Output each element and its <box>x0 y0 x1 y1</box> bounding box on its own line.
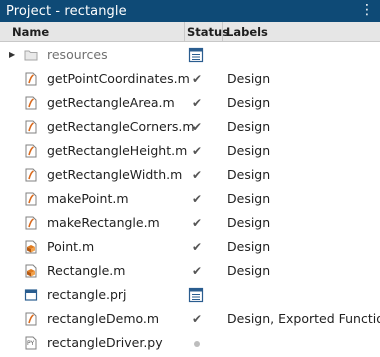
file-label: Design <box>227 239 271 254</box>
file-row[interactable]: rectangle.prj <box>0 283 380 307</box>
file-row[interactable]: makePoint.m ✔ Design <box>0 187 380 211</box>
expand-arrow-icon[interactable]: ▶ <box>9 43 15 67</box>
file-row[interactable]: makeRectangle.m ✔ Design <box>0 211 380 235</box>
mfile-icon <box>25 312 37 326</box>
status-check-icon: ✔ <box>191 72 203 86</box>
status-check-icon: ✔ <box>191 192 203 206</box>
file-label: Design <box>227 167 271 182</box>
mfile-icon <box>25 120 37 134</box>
class-icon <box>25 264 37 278</box>
file-list: ▶ resources getPointCoordinates.m ✔ Desi… <box>0 43 380 355</box>
project-icon <box>188 47 204 63</box>
file-label: Design <box>227 191 271 206</box>
file-name: getRectangleHeight.m <box>47 143 188 158</box>
file-row[interactable]: getRectangleArea.m ✔ Design <box>0 91 380 115</box>
file-name: Rectangle.m <box>47 263 126 278</box>
file-row[interactable]: rectangleDemo.m ✔ Design, Exported Funct… <box>0 307 380 331</box>
status-check-icon: ✔ <box>191 312 203 326</box>
status-check-icon: ✔ <box>191 216 203 230</box>
file-name: rectangleDriver.py <box>47 335 163 350</box>
prj-icon <box>24 289 38 301</box>
file-label: Design <box>227 119 271 134</box>
file-name: getRectangleArea.m <box>47 95 175 110</box>
file-row[interactable]: Rectangle.m ✔ Design <box>0 259 380 283</box>
file-row[interactable]: getPointCoordinates.m ✔ Design <box>0 67 380 91</box>
status-unmodified-dot-icon <box>186 331 208 355</box>
file-name: getRectangleWidth.m <box>47 167 183 182</box>
python-file-icon-text: PY <box>27 340 35 347</box>
status-check-icon: ✔ <box>191 144 203 158</box>
column-header-labels[interactable]: Labels <box>222 22 380 42</box>
file-name: makeRectangle.m <box>47 215 160 230</box>
file-label: Design <box>227 263 271 278</box>
file-name: makePoint.m <box>47 191 129 206</box>
mfile-icon <box>25 96 37 110</box>
column-header-name[interactable]: Name <box>12 22 49 42</box>
status-check-icon: ✔ <box>191 264 203 278</box>
file-name: rectangle.prj <box>47 287 127 302</box>
file-row[interactable]: ▶ resources <box>0 43 380 67</box>
file-label: Design <box>227 71 271 86</box>
file-name: Point.m <box>47 239 95 254</box>
file-label: Design <box>227 215 271 230</box>
column-header: Name Status Labels <box>0 22 380 42</box>
file-name: getPointCoordinates.m <box>47 71 190 86</box>
mfile-icon <box>25 168 37 182</box>
panel-menu-icon[interactable]: ⋮ <box>360 2 374 18</box>
file-name: resources <box>47 47 108 62</box>
status-check-icon: ✔ <box>191 168 203 182</box>
file-row[interactable]: getRectangleCorners.m ✔ Design <box>0 115 380 139</box>
mfile-icon <box>25 72 37 86</box>
status-check-icon: ✔ <box>191 240 203 254</box>
file-label: Design <box>227 95 271 110</box>
mfile-icon <box>25 216 37 230</box>
column-header-status[interactable]: Status <box>184 22 229 42</box>
mfile-icon <box>25 144 37 158</box>
file-label: Design <box>227 143 271 158</box>
class-icon <box>25 240 37 254</box>
file-name: rectangleDemo.m <box>47 311 160 326</box>
folder-icon <box>24 50 38 61</box>
mfile-icon <box>25 192 37 206</box>
file-row[interactable]: Point.m ✔ Design <box>0 235 380 259</box>
panel-titlebar: Project - rectangle ⋮ <box>0 0 380 22</box>
file-row[interactable]: getRectangleHeight.m ✔ Design <box>0 139 380 163</box>
file-row[interactable]: getRectangleWidth.m ✔ Design <box>0 163 380 187</box>
status-check-icon: ✔ <box>191 120 203 134</box>
file-row[interactable]: PY rectangleDriver.py <box>0 331 380 355</box>
file-label: Design, Exported Function <box>227 311 380 326</box>
file-name: getRectangleCorners.m <box>47 119 195 134</box>
panel-title: Project - rectangle <box>6 3 127 19</box>
project-icon <box>188 287 204 303</box>
status-check-icon: ✔ <box>191 96 203 110</box>
